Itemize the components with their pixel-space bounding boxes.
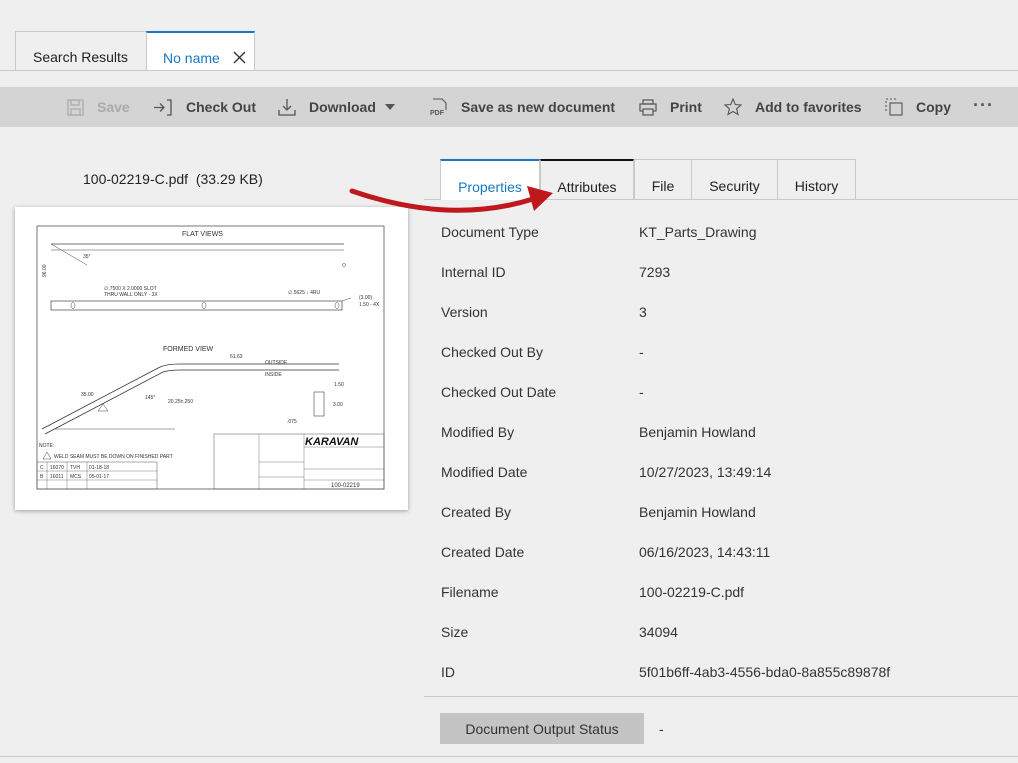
property-label: Checked Out Date [441,384,557,400]
drawing-part-number: 100-02219 [331,483,360,489]
drawing-dim-wall: THRU WALL ONLY - 3X [104,292,158,298]
property-label: Created By [441,504,512,520]
drawing-dim-35deg: 35° [83,254,91,260]
tab-search-results[interactable]: Search Results [15,31,147,71]
drawing-eco-c: 16070 [50,465,64,471]
property-label: Modified Date [441,464,528,480]
drawing-by-c: TVH [70,465,80,471]
add-to-favorites-button[interactable]: Add to favorites [724,87,862,127]
tab-history[interactable]: History [777,159,856,200]
add-to-favorites-label: Add to favorites [755,99,862,115]
star-icon [724,98,742,116]
save-icon [67,98,84,116]
tab-file[interactable]: File [634,159,692,200]
svg-text:(3.00): (3.00) [359,295,372,301]
drawing-dim-300: 3.00 [333,402,343,408]
drawing-weld-note: WELD SEAM MUST BE DOWN ON FINISHED PART [54,454,173,460]
document-output-status-value: - [659,721,664,737]
property-value: 100-02219-C.pdf [639,584,745,600]
bottom-divider [0,756,1018,757]
save-button[interactable]: Save [67,87,130,127]
download-button[interactable]: Download [278,87,395,127]
drawing-outside: OUTSIDE [265,360,288,366]
document-preview[interactable]: FLAT VIEWS 35° 96.00 ∅.7500 X 2.0000 SLO… [15,207,408,510]
drawing-rev-c: C [40,465,44,471]
file-size: (33.29 KB) [195,171,263,187]
technical-drawing: FLAT VIEWS 35° 96.00 ∅.7500 X 2.0000 SLO… [36,225,385,490]
document-tab-bar: Search Results No name [0,0,1018,71]
drawing-dim-35: 35.00 [81,392,94,398]
drawing-dim-2025: 20.25±.250 [168,399,193,405]
document-output-status-button[interactable]: Document Output Status [440,713,644,744]
property-value: Benjamin Howland [639,504,756,520]
drawing-by-b: MCS [70,474,82,480]
copy-icon [885,98,903,116]
svg-text:PDF: PDF [430,110,445,116]
property-label: Created Date [441,544,525,560]
drawing-date-c: 01-18-18 [89,465,109,471]
copy-label: Copy [916,99,951,115]
drawing-eco-b: 16011 [50,474,64,480]
drawing-dim-150: 1.50 [334,382,344,388]
check-out-icon [154,98,172,116]
drawing-dim-6163: 61.63 [230,354,243,360]
property-label: Checked Out By [441,344,543,360]
check-out-label: Check Out [186,99,257,115]
print-label: Print [670,99,702,115]
tab-security[interactable]: Security [691,159,778,200]
drawing-rev-b: B [40,474,44,480]
property-value: 34094 [639,624,678,640]
download-label: Download [309,99,376,115]
drawing-note: NOTE: [39,443,54,449]
drawing-brand-logo: KARAVAN [305,436,359,448]
check-out-button[interactable]: Check Out [153,87,256,127]
property-label: Size [441,624,469,640]
tab-bar-divider [0,70,1018,71]
property-label: Modified By [441,424,515,440]
property-value: Benjamin Howland [639,424,756,440]
tab-attributes[interactable]: Attributes [540,159,634,200]
property-label: Version [441,304,488,320]
close-icon[interactable] [233,51,246,64]
save-as-new-document-button[interactable]: PDF Save as new document [430,87,615,127]
svg-text:1.50 - 4X: 1.50 - 4X [359,302,380,308]
file-name: 100-02219-C.pdf [83,171,189,187]
pdf-icon: PDF [430,98,447,116]
chevron-down-icon [384,104,395,110]
property-value: - [639,344,644,360]
file-caption: 100-02219-C.pdf (33.29 KB) [83,171,263,187]
drawing-inside: INSIDE [265,372,282,378]
property-label: Document Type [441,224,539,240]
drawing-dim-075: .075 [287,419,297,425]
properties-footer-divider [424,696,1018,697]
printer-icon [639,98,657,116]
property-label: Internal ID [441,264,506,280]
property-value: 7293 [639,264,671,280]
more-options-button[interactable]: ··· [973,95,994,116]
drawing-date-b: 05-01-17 [89,474,109,480]
save-as-new-document-label: Save as new document [461,99,616,115]
tab-no-name[interactable]: No name [146,31,255,71]
property-value: 5f01b6ff-4ab3-4556-bda0-8a855c89878f [639,664,891,680]
drawing-flat-views: FLAT VIEWS [182,231,223,238]
tab-no-name-label: No name [163,50,220,66]
drawing-dim-9600: 96.00 [42,264,48,277]
property-value: - [639,384,644,400]
save-label: Save [97,99,130,115]
print-button[interactable]: Print [639,87,702,127]
drawing-dim-hole: ∅.5625 ↓ 4RU [288,290,321,296]
property-value: 06/16/2023, 14:43:11 [639,544,771,560]
tab-properties[interactable]: Properties [440,159,540,200]
property-label: Filename [441,584,499,600]
property-value: 10/27/2023, 13:49:14 [639,464,772,480]
property-label: ID [441,664,455,680]
property-value: KT_Parts_Drawing [639,224,757,240]
drawing-formed-view: FORMED VIEW [163,346,214,353]
toolbar: Save Check Out Download PDF Save as new … [0,87,1018,127]
download-icon [278,99,296,116]
copy-button[interactable]: Copy [885,87,951,127]
property-value: 3 [639,304,647,320]
drawing-dim-145: 145° [145,395,155,401]
